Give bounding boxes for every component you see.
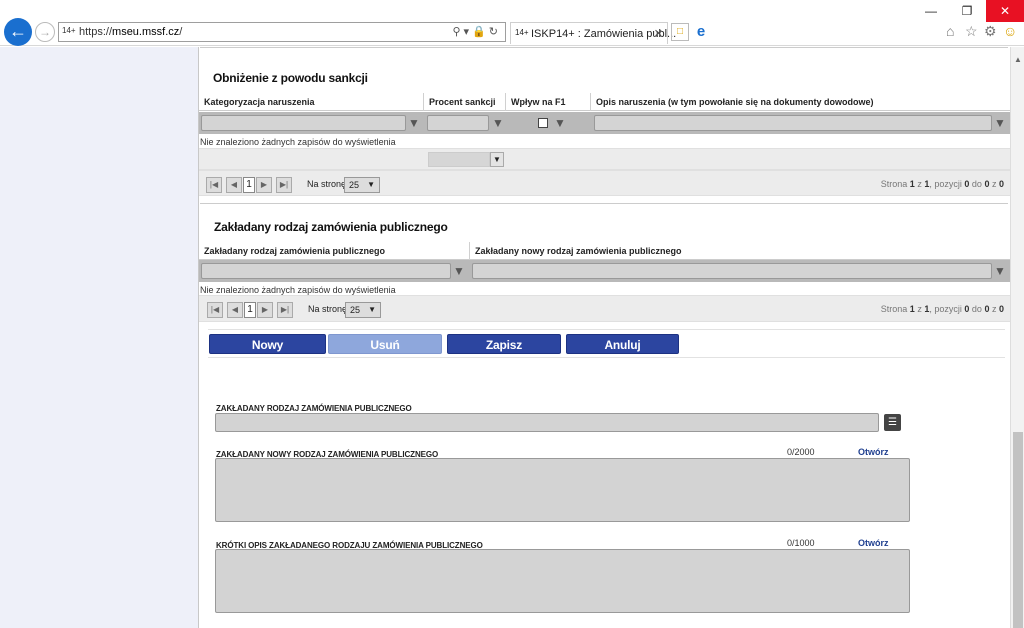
empty-message: Nie znaleziono żadnych zapisów do wyświe… [200, 137, 396, 147]
window-close-icon[interactable]: ✕ [986, 0, 1024, 22]
per-page-value: 25 [350, 305, 361, 315]
column-header[interactable]: Kategoryzacja naruszenia [199, 93, 424, 111]
filter-input-description[interactable] [594, 115, 992, 131]
dropdown-icon[interactable]: ▾ [464, 26, 473, 38]
address-bar[interactable]: 14+ https://mseu.mssf.cz/ ⚲▾🔒↻ [58, 22, 506, 42]
chevron-down-icon: ▼ [367, 180, 375, 189]
filter-funnel-icon[interactable]: ▼ [554, 116, 566, 130]
field-label-type: ZAKŁADANY RODZAJ ZAMÓWIENIA PUBLICZNEGO [216, 404, 412, 413]
browser-tab[interactable]: 14+ ISKP14+ : Zamówienia publ... ✕ [510, 22, 676, 44]
new-button[interactable]: Nowy [209, 334, 326, 354]
next-page-icon[interactable]: ▶ [257, 302, 273, 318]
open-link[interactable]: Otwórz [858, 538, 889, 548]
favorites-star-icon[interactable]: ☆ [965, 23, 978, 40]
prev-page-icon[interactable]: ◀ [226, 177, 242, 193]
tab-favicon-icon: 14+ [515, 28, 529, 37]
first-page-icon[interactable]: |◀ [207, 302, 223, 318]
scrollbar-thumb[interactable] [1013, 432, 1023, 628]
back-arrow-icon[interactable]: ← [4, 18, 32, 46]
column-header[interactable]: Wpływ na F1 [506, 93, 591, 111]
address-tools: ⚲▾🔒↻ [452, 25, 501, 38]
filter-funnel-icon[interactable]: ▼ [408, 116, 420, 130]
section-title-sanctions: Obniżenie z powodu sankcji [213, 71, 368, 85]
scroll-up-icon[interactable]: ▲ [1014, 55, 1022, 64]
column-header[interactable]: Procent sankcji [424, 93, 506, 111]
site-favicon-icon: 14+ [62, 26, 76, 35]
summary-select[interactable] [428, 152, 490, 167]
per-page-label: Na stronę [307, 179, 347, 189]
section-divider [200, 47, 1008, 48]
tab-close-icon[interactable]: ✕ [654, 27, 663, 40]
smiley-feedback-icon[interactable]: ☺ [1003, 23, 1017, 39]
prev-page-icon[interactable]: ◀ [227, 302, 243, 318]
pager-info: Strona 1 z 1, pozycji 0 do 0 z 0 [880, 179, 1004, 189]
refresh-icon[interactable]: ↻ [489, 26, 501, 38]
empty-message: Nie znaleziono żadnych zapisów do wyświe… [200, 285, 396, 295]
filter-input-type[interactable] [201, 263, 451, 279]
last-page-icon[interactable]: ▶| [277, 302, 293, 318]
lock-icon: 🔒 [472, 26, 489, 38]
chevron-down-icon[interactable]: ▼ [490, 152, 504, 167]
char-counter: 0/2000 [787, 447, 815, 457]
per-page-label: Na stronę [308, 304, 348, 314]
per-page-value: 25 [349, 180, 360, 190]
filter-row-procurement: ▼ ▼ [199, 260, 1010, 282]
per-page-select[interactable]: 25 ▼ [345, 302, 381, 318]
filter-funnel-icon[interactable]: ▼ [994, 264, 1006, 278]
filter-input-new-type[interactable] [472, 263, 992, 279]
divider [208, 357, 1005, 358]
save-button[interactable]: Zapisz [447, 334, 561, 354]
url-text: https://mseu.mssf.cz/ [79, 26, 183, 38]
current-page[interactable]: 1 [243, 177, 255, 193]
table-header-sanctions: Kategoryzacja naruszenia Procent sankcji… [199, 93, 1010, 111]
filter-funnel-icon[interactable]: ▼ [453, 264, 465, 278]
filter-checkbox-f1[interactable] [538, 118, 548, 128]
filter-funnel-icon[interactable]: ▼ [492, 116, 504, 130]
search-icon[interactable]: ⚲ [452, 26, 463, 38]
per-page-select[interactable]: 25 ▼ [344, 177, 380, 193]
edge-icon[interactable]: e [692, 23, 710, 41]
column-header[interactable]: Opis naruszenia (w tym powołanie się na … [591, 93, 1010, 111]
browser-toolbar: ← → 14+ https://mseu.mssf.cz/ ⚲▾🔒↻ 14+ I… [0, 0, 1024, 46]
home-icon[interactable]: ⌂ [946, 23, 954, 39]
summary-row: ▼ [199, 148, 1010, 170]
section-title-procurement: Zakładany rodzaj zamówienia publicznego [214, 220, 448, 234]
pager-bar: |◀ ◀ 1 ▶ ▶| Na stronę 25 ▼ Strona 1 z 1, … [199, 170, 1010, 196]
left-sidebar [0, 47, 199, 628]
new-tab-icon[interactable]: □ [671, 23, 689, 41]
table-header-procurement: Zakładany rodzaj zamówienia publicznego … [199, 242, 1010, 260]
open-link[interactable]: Otwórz [858, 447, 889, 457]
pager-info: Strona 1 z 1, pozycji 0 do 0 z 0 [880, 304, 1004, 314]
divider [208, 329, 1005, 330]
vertical-scrollbar[interactable]: ▲ [1010, 47, 1024, 628]
short-description-textarea[interactable] [215, 549, 910, 613]
char-counter: 0/1000 [787, 538, 815, 548]
next-page-icon[interactable]: ▶ [256, 177, 272, 193]
new-procurement-type-textarea[interactable] [215, 458, 910, 522]
forward-arrow-icon[interactable]: → [35, 22, 55, 42]
list-picker-icon[interactable]: ☰ [884, 414, 901, 431]
first-page-icon[interactable]: |◀ [206, 177, 222, 193]
restore-icon[interactable]: ❐ [948, 0, 986, 22]
section-divider [200, 203, 1008, 204]
settings-gear-icon[interactable]: ⚙ [984, 23, 997, 40]
filter-funnel-icon[interactable]: ▼ [994, 116, 1006, 130]
chevron-down-icon: ▼ [368, 305, 376, 314]
minimize-icon[interactable]: — [912, 0, 950, 22]
delete-button[interactable]: Usuń [328, 334, 442, 354]
filter-input-category[interactable] [201, 115, 406, 131]
filter-row-sanctions: ▼ ▼ ▼ ▼ [199, 112, 1010, 134]
last-page-icon[interactable]: ▶| [276, 177, 292, 193]
pager-bar: |◀ ◀ 1 ▶ ▶| Na stronę 25 ▼ Strona 1 z 1, … [199, 295, 1010, 322]
column-header[interactable]: Zakładany rodzaj zamówienia publicznego [199, 242, 470, 260]
column-header[interactable]: Zakładany nowy rodzaj zamówienia publicz… [470, 242, 1010, 260]
procurement-type-input[interactable] [215, 413, 879, 432]
current-page[interactable]: 1 [244, 302, 256, 318]
cancel-button[interactable]: Anuluj [566, 334, 679, 354]
filter-input-percent[interactable] [427, 115, 489, 131]
